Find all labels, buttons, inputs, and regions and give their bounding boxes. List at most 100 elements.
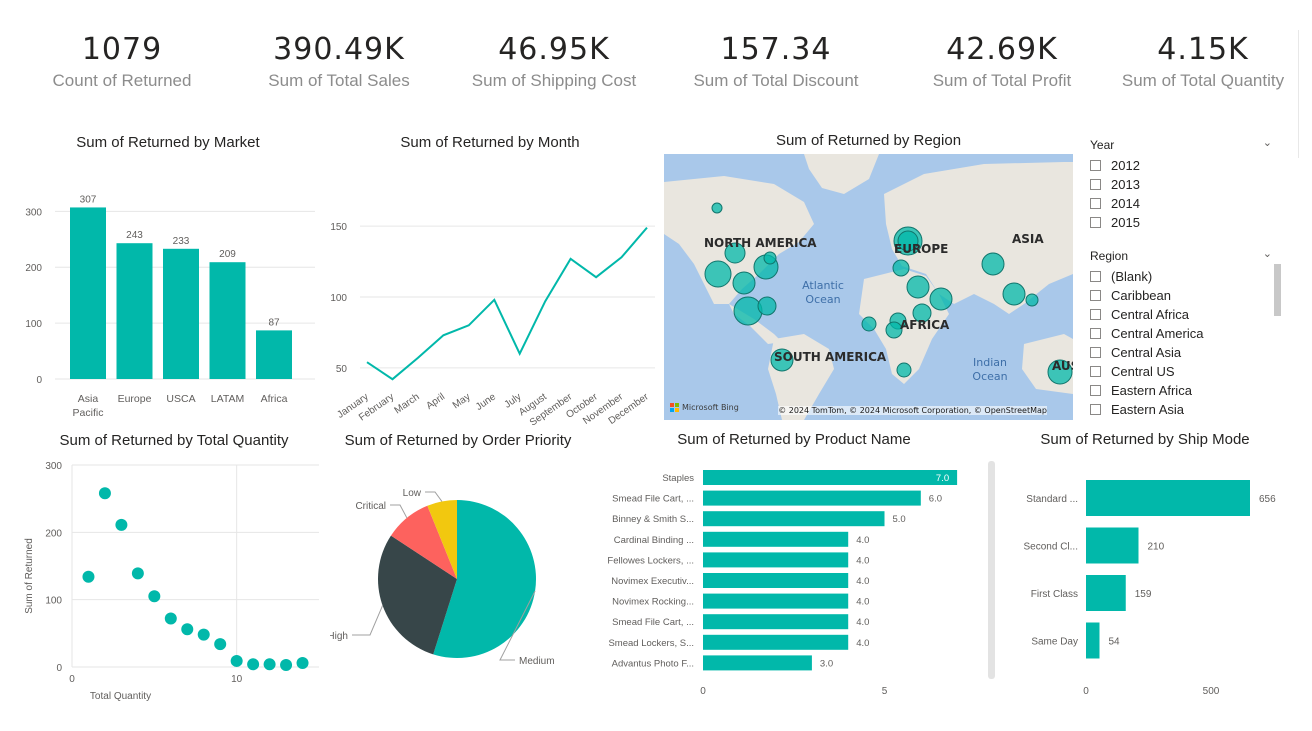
scatter-point[interactable]: [131, 567, 144, 580]
kpi-total-sales: 390.49K Sum of Total Sales: [234, 32, 444, 91]
data-label: 210: [1148, 542, 1165, 553]
bar[interactable]: [703, 593, 849, 609]
region-item[interactable]: (Blank): [1090, 267, 1280, 286]
map-bubble: [704, 260, 732, 288]
region-item-label: Caribbean: [1111, 288, 1171, 303]
product-bar-chart[interactable]: Staples 7.0 Smead File Cart, ... 6.0 Binney …: [590, 455, 1000, 715]
bar[interactable]: [116, 243, 153, 379]
checkbox[interactable]: [1090, 328, 1101, 339]
checkbox[interactable]: [1090, 198, 1101, 209]
data-label: 4.0: [856, 597, 869, 608]
bar[interactable]: [163, 248, 199, 379]
bar[interactable]: [70, 207, 106, 379]
checkbox[interactable]: [1090, 366, 1101, 377]
scatter-point[interactable]: [296, 656, 309, 669]
year-item[interactable]: 2014: [1090, 194, 1280, 213]
region-slicer[interactable]: Region ⌄ (Blank) Caribbean Central Africa C…: [1090, 247, 1281, 419]
map-label-north-america: NORTH AMERICA: [704, 236, 817, 250]
pie-label: Medium: [519, 656, 555, 667]
y-tick-label: 0: [36, 375, 42, 386]
series-line: [366, 226, 648, 381]
data-label: 6.0: [929, 494, 942, 505]
region-item[interactable]: Central US: [1090, 362, 1280, 381]
bar[interactable]: [703, 531, 849, 547]
checkbox[interactable]: [1090, 271, 1101, 282]
scatter-point[interactable]: [214, 638, 227, 651]
bar[interactable]: [703, 490, 921, 506]
kpi-total-profit: 42.69K Sum of Total Profit: [897, 32, 1107, 91]
scatter-point[interactable]: [115, 518, 128, 531]
checkbox[interactable]: [1090, 290, 1101, 301]
priority-pie-chart[interactable]: Medium High Critical Low: [330, 455, 630, 715]
scatter-point[interactable]: [230, 654, 243, 667]
bar[interactable]: [1086, 480, 1250, 516]
checkbox[interactable]: [1090, 160, 1101, 171]
checkbox[interactable]: [1090, 217, 1101, 228]
kpi-label: Count of Returned: [52, 71, 192, 90]
product-scrollbar[interactable]: [988, 461, 995, 679]
y-tick-label: 300: [45, 461, 62, 472]
bar[interactable]: [1086, 622, 1100, 659]
scatter-point[interactable]: [98, 487, 111, 500]
bar[interactable]: [703, 470, 958, 485]
year-item[interactable]: 2012: [1090, 156, 1280, 175]
region-item[interactable]: Caribbean: [1090, 286, 1280, 305]
x-tick-label: 10: [231, 674, 243, 685]
checkbox[interactable]: [1090, 179, 1101, 190]
map-bubble: [1002, 282, 1026, 306]
scatter-point[interactable]: [181, 623, 194, 636]
scatter-point[interactable]: [148, 590, 161, 603]
kpi-total-quantity: 4.15K Sum of Total Quantity: [1098, 32, 1308, 91]
kpi-total-discount: 157.34 Sum of Total Discount: [671, 32, 881, 91]
region-item[interactable]: Eastern Asia: [1090, 400, 1280, 419]
shipmode-bar-chart[interactable]: Standard ... 656 Second Cl... 210 First Clas…: [1005, 455, 1305, 715]
region-map[interactable]: NORTH AMERICA EUROPE ASIA AFRICA SOUTH A…: [664, 154, 1073, 420]
region-item[interactable]: Central Asia: [1090, 343, 1280, 362]
region-item[interactable]: Central Africa: [1090, 305, 1280, 324]
y-tick-label: Cardinal Binding ...: [614, 535, 694, 546]
x-tick-label: 0: [69, 674, 75, 685]
region-item[interactable]: Central America: [1090, 324, 1280, 343]
bar[interactable]: [1086, 575, 1126, 611]
checkbox[interactable]: [1090, 347, 1101, 358]
data-label: 7.0: [936, 473, 949, 484]
chevron-down-icon[interactable]: ⌄: [1263, 136, 1272, 149]
scatter-point[interactable]: [280, 658, 293, 671]
map-bubble: [861, 316, 877, 332]
scatter-point[interactable]: [164, 612, 177, 625]
bar[interactable]: [256, 330, 292, 379]
scatter-point[interactable]: [82, 570, 95, 583]
data-label: 4.0: [856, 638, 869, 649]
bar[interactable]: [703, 511, 885, 527]
bar[interactable]: [703, 655, 812, 671]
bar[interactable]: [703, 634, 849, 650]
data-label: 4.0: [856, 535, 869, 546]
scatter-point[interactable]: [263, 658, 276, 671]
checkbox[interactable]: [1090, 385, 1101, 396]
year-slicer-header[interactable]: Year ⌄: [1090, 136, 1280, 156]
chevron-down-icon[interactable]: ⌄: [1263, 247, 1272, 260]
checkbox[interactable]: [1090, 404, 1101, 415]
scatter-point[interactable]: [247, 658, 260, 671]
checkbox[interactable]: [1090, 309, 1101, 320]
bar[interactable]: [703, 573, 849, 588]
market-bar-chart[interactable]: 0 100 200 300 307 Asia Pacific 243 Europe 233 USCA…: [0, 160, 330, 425]
bar[interactable]: [703, 614, 849, 630]
map-copyright[interactable]: © 2024 TomTom, © 2024 Microsoft Corporat…: [778, 406, 1047, 415]
year-item[interactable]: 2015: [1090, 213, 1280, 232]
bar[interactable]: [209, 262, 246, 379]
year-item[interactable]: 2013: [1090, 175, 1280, 194]
scatter-point[interactable]: [197, 628, 210, 641]
map-label-indian: Indian Ocean: [972, 356, 1008, 383]
bar[interactable]: [703, 552, 849, 568]
region-item[interactable]: Eastern Africa: [1090, 381, 1280, 400]
region-slicer-scrollbar[interactable]: [1274, 264, 1281, 316]
quantity-scatter-chart[interactable]: 0 100 200 300 0 10 Total Quantity Sum of Return…: [0, 455, 330, 715]
y-tick-label: 50: [336, 364, 348, 375]
bar[interactable]: [1086, 527, 1139, 564]
map-bubble: [1025, 293, 1039, 307]
region-slicer-header[interactable]: Region ⌄: [1090, 247, 1280, 267]
data-label: 5.0: [893, 514, 906, 525]
year-slicer[interactable]: Year ⌄ 2012 2013 2014 2015: [1090, 136, 1280, 232]
month-line-chart[interactable]: 50100150JanuaryFebruaryMarch April May June…: [320, 160, 660, 425]
